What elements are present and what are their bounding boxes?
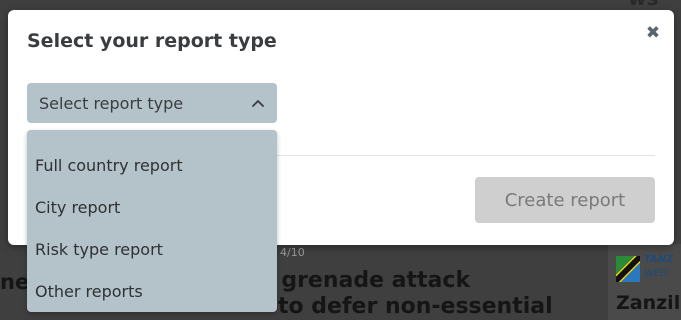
option-city-report[interactable]: City report bbox=[27, 187, 277, 229]
background-city: Zanzil bbox=[616, 292, 681, 314]
modal-title: Select your report type bbox=[27, 30, 277, 52]
report-type-select[interactable]: Select report type bbox=[27, 83, 277, 123]
create-report-button[interactable]: Create report bbox=[475, 177, 655, 223]
option-full-country-report[interactable]: Full country report bbox=[27, 145, 277, 187]
option-other-reports[interactable]: Other reports bbox=[27, 271, 277, 313]
background-text-fragment: ws bbox=[628, 0, 658, 10]
page: ws 4/10 ne h grenade attack to defer non… bbox=[0, 0, 681, 320]
background-date: 4/10 bbox=[280, 246, 305, 259]
background-headline-line1: h grenade attack bbox=[258, 268, 471, 293]
close-icon[interactable]: ✖ bbox=[644, 24, 662, 42]
chevron-up-icon bbox=[252, 100, 264, 107]
background-day: WED bbox=[644, 268, 668, 279]
background-text-fragment-left: ne bbox=[0, 270, 30, 294]
option-risk-type-report[interactable]: Risk type report bbox=[27, 229, 277, 271]
tanzania-flag-icon bbox=[616, 256, 640, 282]
report-type-options-menu: Full country report City report Risk typ… bbox=[27, 130, 277, 312]
background-country-code: TANZ bbox=[644, 254, 674, 265]
report-type-select-label: Select report type bbox=[39, 93, 184, 113]
background-headline-line2: to defer non-essential bbox=[278, 294, 553, 319]
